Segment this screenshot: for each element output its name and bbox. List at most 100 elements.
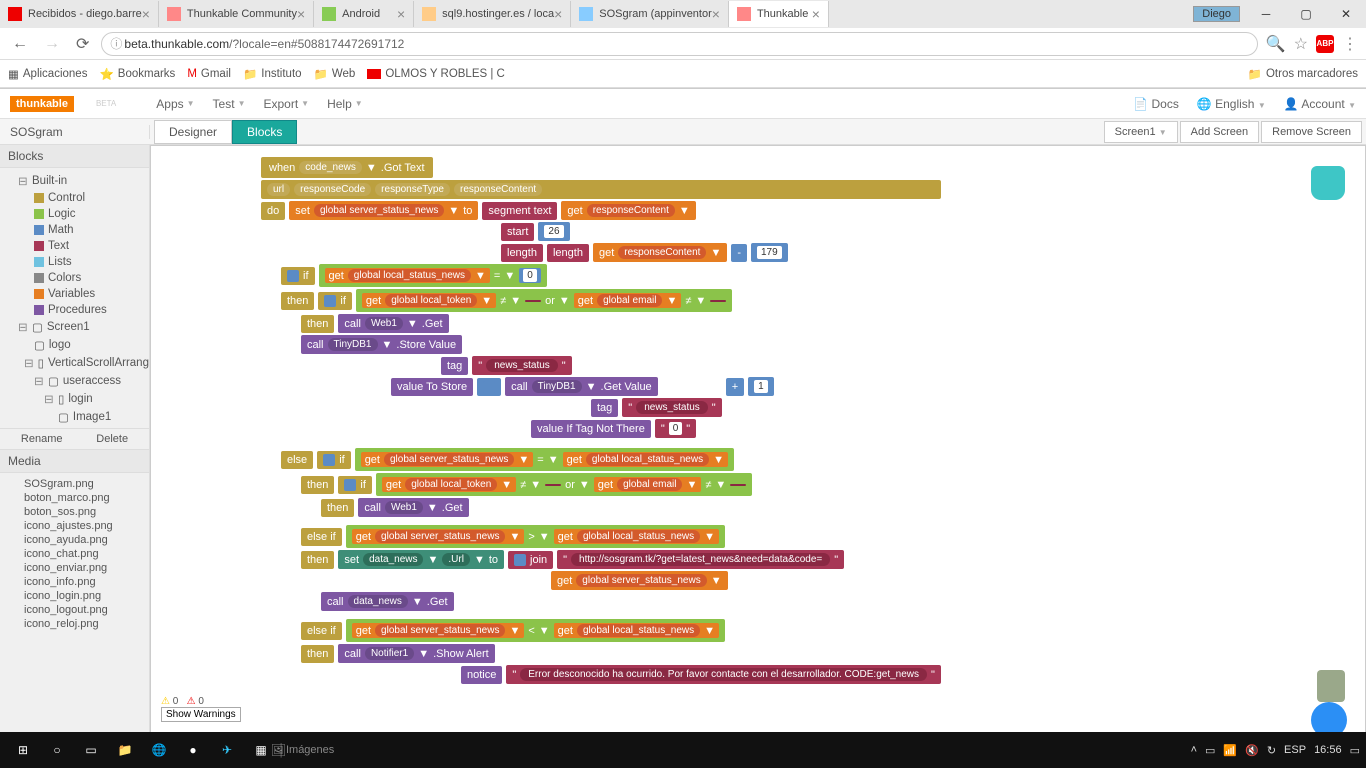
tab-sosgram[interactable]: SOSgram (appinventor× (571, 1, 729, 27)
cat-variables[interactable]: Variables (0, 286, 149, 302)
notifications-icon[interactable]: ▭ (1350, 744, 1360, 757)
rename-button[interactable]: Rename (21, 433, 63, 445)
close-icon[interactable]: × (397, 6, 405, 22)
add-screen-button[interactable]: Add Screen (1180, 121, 1259, 143)
media-item[interactable]: icono_ayuda.png (0, 533, 149, 547)
language-indicator[interactable]: ESP (1284, 744, 1306, 756)
cortana-icon[interactable]: ○ (40, 732, 74, 768)
minimize-button[interactable]: ─ (1246, 1, 1286, 27)
bm-bookmarks[interactable]: ⭐ Bookmarks (99, 67, 175, 81)
taskbar: ⊞ ○ ▭ 📁 🌐 ● ✈ ▦ │ 🖼 Imágenes ˄ ▭ 📶 🔇 ↻ E… (0, 732, 1366, 768)
app-icon[interactable]: ● (176, 732, 210, 768)
close-icon[interactable]: × (554, 6, 562, 22)
thunkable-logo[interactable]: thunkable (10, 96, 74, 112)
chat-bubble-icon[interactable] (1311, 702, 1347, 733)
bm-gmail[interactable]: M Gmail (187, 68, 231, 80)
project-name: SOSgram (0, 125, 150, 139)
menu-export[interactable]: Export▼ (263, 97, 309, 111)
media-item[interactable]: icono_enviar.png (0, 561, 149, 575)
tab-sql[interactable]: sql9.hostinger.es / loca× (414, 1, 571, 27)
menu-icon[interactable]: ⋮ (1342, 34, 1358, 54)
close-icon[interactable]: × (297, 6, 305, 22)
media-panel-title: Media (0, 450, 149, 473)
media-item[interactable]: boton_sos.png (0, 505, 149, 519)
tab-thunkable[interactable]: Thunkable× (729, 1, 829, 27)
url-field[interactable]: ⓘ beta.thunkable.com/?locale=en#50881744… (101, 32, 1257, 56)
close-button[interactable]: ✕ (1326, 1, 1366, 27)
blocks-panel-title: Blocks (0, 145, 149, 168)
cat-logic[interactable]: Logic (0, 206, 149, 222)
builtin-node[interactable]: ⊟Built-in (0, 172, 149, 190)
apps-button[interactable]: ▦ Aplicaciones (8, 67, 87, 81)
tree-logo[interactable]: ▢ logo (0, 336, 149, 354)
media-item[interactable]: icono_info.png (0, 575, 149, 589)
volume-icon[interactable]: 🔇 (1245, 744, 1259, 757)
media-item[interactable]: icono_ajustes.png (0, 519, 149, 533)
start-button[interactable]: ⊞ (6, 732, 40, 768)
account-menu[interactable]: 👤 Account ▼ (1284, 97, 1356, 111)
blocks-button[interactable]: Blocks (232, 120, 297, 144)
wifi-icon[interactable]: 📶 (1223, 744, 1237, 757)
menu-apps[interactable]: Apps▼ (156, 97, 194, 111)
forward-button[interactable]: → (40, 35, 64, 53)
tray-up-icon[interactable]: ˄ (1191, 744, 1197, 756)
cat-lists[interactable]: Lists (0, 254, 149, 270)
bm-otros[interactable]: 📁 Otros marcadores (1248, 67, 1358, 81)
tree-screen1[interactable]: ⊟▢ Screen1 (0, 318, 149, 336)
tree-vsa[interactable]: ⊟▯ VerticalScrollArrang (0, 354, 149, 372)
cat-colors[interactable]: Colors (0, 270, 149, 286)
telegram-icon[interactable]: ✈ (210, 732, 244, 768)
language-menu[interactable]: 🌐 English ▼ (1197, 97, 1266, 111)
sync-icon[interactable]: ↻ (1267, 744, 1276, 757)
browser-tab-bar: Recibidos - diego.barre× Thunkable Commu… (0, 0, 1366, 28)
star-icon[interactable]: ☆ (1294, 34, 1308, 54)
media-item[interactable]: boton_marco.png (0, 491, 149, 505)
tree-useraccess[interactable]: ⊟▢ useraccess (0, 372, 149, 390)
trash-icon[interactable] (1317, 670, 1345, 702)
media-item[interactable]: icono_reloj.png (0, 617, 149, 631)
bm-instituto[interactable]: 📁 Instituto (243, 67, 302, 81)
close-icon[interactable]: × (712, 6, 720, 22)
warnings-panel: ⚠ 0 ⚠ 0 Show Warnings (161, 696, 241, 722)
menu-test[interactable]: Test▼ (213, 97, 246, 111)
abp-icon[interactable]: ABP (1316, 35, 1334, 53)
tree-image1[interactable]: ▢ Image1 (0, 408, 149, 426)
bm-olmos[interactable]: OLMOS Y ROBLES | C (367, 68, 505, 80)
docs-link[interactable]: 📄 Docs (1133, 97, 1179, 111)
block-group[interactable]: when code_news▼ .Got Text url responseCo… (261, 156, 941, 685)
cat-text[interactable]: Text (0, 238, 149, 254)
search-icon[interactable]: 🔍 (1266, 34, 1286, 54)
blocks-canvas[interactable]: when code_news▼ .Got Text url responseCo… (150, 145, 1366, 733)
show-warnings-button[interactable]: Show Warnings (161, 707, 241, 722)
cat-math[interactable]: Math (0, 222, 149, 238)
media-item[interactable]: SOSgram.png (0, 477, 149, 491)
cat-control[interactable]: Control (0, 190, 149, 206)
back-button[interactable]: ← (8, 35, 32, 53)
maximize-button[interactable]: ▢ (1286, 1, 1326, 27)
close-icon[interactable]: × (812, 6, 820, 22)
app-icon[interactable]: 🖼 Imágenes (286, 732, 320, 768)
explorer-icon[interactable]: 📁 (108, 732, 142, 768)
menu-help[interactable]: Help▼ (327, 97, 363, 111)
tab-recibidos[interactable]: Recibidos - diego.barre× (0, 1, 159, 27)
cat-procedures[interactable]: Procedures (0, 302, 149, 318)
tree-login[interactable]: ⊟▯ login (0, 390, 149, 408)
tab-community[interactable]: Thunkable Community× (159, 1, 314, 27)
reload-button[interactable]: ⟳ (72, 34, 93, 54)
bm-web[interactable]: 📁 Web (314, 67, 356, 81)
tab-android[interactable]: Android× (314, 1, 414, 27)
remove-screen-button[interactable]: Remove Screen (1261, 121, 1362, 143)
chrome-icon[interactable]: 🌐 (142, 732, 176, 768)
taskview-icon[interactable]: ▭ (74, 732, 108, 768)
close-icon[interactable]: × (142, 6, 150, 22)
screen-selector[interactable]: Screen1 ▼ (1104, 121, 1178, 143)
media-item[interactable]: icono_chat.png (0, 547, 149, 561)
media-item[interactable]: icono_login.png (0, 589, 149, 603)
delete-button[interactable]: Delete (96, 433, 128, 445)
media-item[interactable]: icono_logout.png (0, 603, 149, 617)
battery-icon[interactable]: ▭ (1205, 744, 1215, 757)
user-badge[interactable]: Diego (1193, 6, 1240, 22)
designer-button[interactable]: Designer (154, 120, 232, 144)
backpack-icon[interactable] (1311, 166, 1345, 200)
clock[interactable]: 16:56 (1314, 744, 1342, 756)
